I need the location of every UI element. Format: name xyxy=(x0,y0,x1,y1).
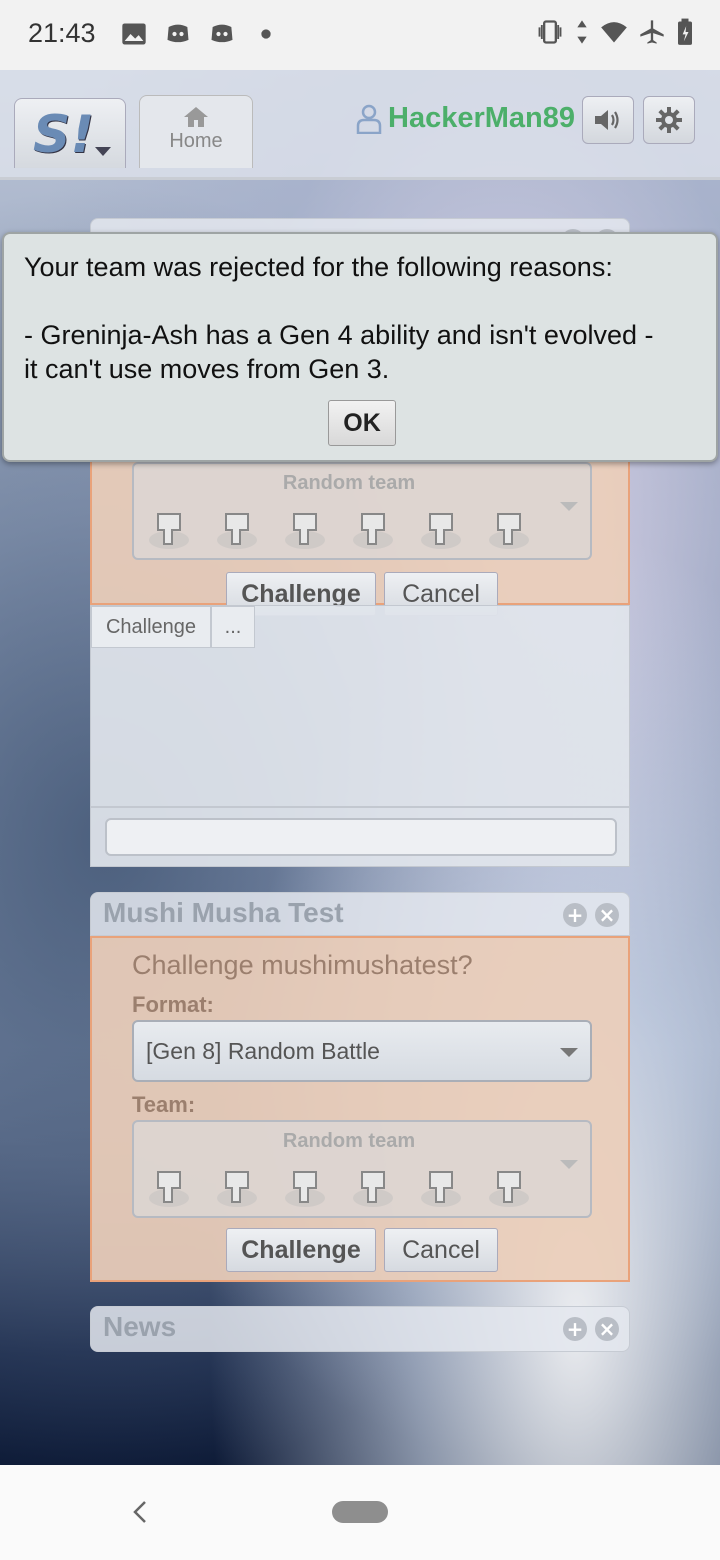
panel-title: Mushi Musha Test xyxy=(103,897,344,928)
pokemon-placeholder-icon xyxy=(489,513,529,549)
team-rejected-dialog: Your team was rejected for the following… xyxy=(2,232,718,462)
challenge-button[interactable]: Challenge xyxy=(226,1228,376,1272)
pokemon-placeholder-icon xyxy=(285,1171,325,1207)
home-icon xyxy=(184,107,208,127)
pokemon-placeholder-icon xyxy=(353,513,393,549)
panel-title: News xyxy=(103,1311,177,1342)
chat-tab-challenge[interactable]: Challenge xyxy=(91,606,211,648)
wifi-icon xyxy=(601,22,627,43)
pokemon-placeholder-icon xyxy=(149,513,189,549)
sound-button[interactable] xyxy=(582,96,634,144)
pokemon-placeholder-icon xyxy=(217,513,257,549)
pokemon-placeholder-icon xyxy=(353,1171,393,1207)
dot-icon xyxy=(261,29,271,39)
logo: S! xyxy=(33,105,95,165)
pokemon-placeholder-icon xyxy=(217,1171,257,1207)
format-label: Format: xyxy=(132,992,214,1017)
discord-icon xyxy=(167,24,189,43)
pokemon-placeholder-icon xyxy=(285,513,325,549)
team-pokemon-list xyxy=(146,1164,532,1210)
chat-input[interactable] xyxy=(105,818,617,856)
ok-button[interactable]: OK xyxy=(328,400,396,446)
team-pokemon-list xyxy=(146,506,532,552)
image-icon xyxy=(122,23,146,45)
dialog-message-line-2: - Greninja-Ash has a Gen 4 ability and i… xyxy=(24,320,654,350)
divider xyxy=(91,806,629,808)
vibrate-icon xyxy=(538,20,562,44)
main-menu-button[interactable]: S! xyxy=(14,98,126,168)
user-button[interactable]: HackerMan89 xyxy=(356,102,575,135)
chevron-down-icon xyxy=(560,502,578,511)
pokemon-placeholder-icon xyxy=(149,1171,189,1207)
status-time: 21:43 xyxy=(28,18,96,48)
chat-panel: Challenge ... xyxy=(90,605,630,867)
dialog-message-line-3: it can't use moves from Gen 3. xyxy=(24,354,390,384)
airplane-icon xyxy=(640,20,664,44)
user-icon xyxy=(356,104,382,134)
format-select-value: [Gen 8] Random Battle xyxy=(146,1038,380,1064)
close-icon[interactable]: × xyxy=(595,903,619,927)
home-pill-icon[interactable] xyxy=(332,1501,388,1523)
maximize-icon[interactable]: + xyxy=(563,1317,587,1341)
dialog-message-line-1: Your team was rejected for the following… xyxy=(24,252,613,282)
pokemon-placeholder-icon xyxy=(421,1171,461,1207)
navigation-bar xyxy=(0,1465,720,1560)
app-header: S! Home HackerMan89 xyxy=(0,70,720,180)
close-icon[interactable]: × xyxy=(595,1317,619,1341)
status-bar: 21:43 xyxy=(0,0,720,70)
pokemon-placeholder-icon xyxy=(489,1171,529,1207)
cancel-button[interactable]: Cancel xyxy=(384,1228,498,1272)
chat-tab-more[interactable]: ... xyxy=(211,606,255,648)
challenge-heading: Challenge mushimushatest? xyxy=(132,950,473,980)
top-team-select[interactable]: Random team xyxy=(132,462,592,560)
mushi-challenge-box: Challenge mushimushatest? Format: [Gen 8… xyxy=(90,936,630,1282)
pokemon-placeholder-icon xyxy=(421,513,461,549)
back-icon[interactable] xyxy=(128,1497,152,1527)
format-select[interactable]: [Gen 8] Random Battle xyxy=(132,1020,592,1082)
battery-icon xyxy=(678,18,692,45)
discord-icon xyxy=(211,24,233,43)
team-select-value: Random team xyxy=(282,472,416,494)
username: HackerMan89 xyxy=(388,102,575,134)
gear-icon xyxy=(656,107,682,133)
team-label: Team: xyxy=(132,1092,196,1117)
news-panel-title-bar: News + × xyxy=(90,1306,630,1352)
app-background: S! Home HackerMan89 + × Random team xyxy=(0,70,720,1465)
mushi-panel-title-bar: Mushi Musha Test + × xyxy=(90,892,630,936)
status-notification-icons xyxy=(120,20,280,48)
tab-home-label: Home xyxy=(169,130,223,152)
tab-home[interactable]: Home xyxy=(139,95,253,168)
chevron-down-icon xyxy=(560,1048,578,1057)
chevron-down-icon xyxy=(560,1160,578,1169)
data-arrows-icon xyxy=(577,20,587,44)
maximize-icon[interactable]: + xyxy=(563,903,587,927)
team-select[interactable]: Random team xyxy=(132,1120,592,1218)
status-system-icons xyxy=(536,18,694,46)
settings-button[interactable] xyxy=(643,96,695,144)
team-select-value: Random team xyxy=(282,1130,416,1152)
volume-icon xyxy=(595,110,619,130)
chevron-down-icon xyxy=(95,147,111,156)
